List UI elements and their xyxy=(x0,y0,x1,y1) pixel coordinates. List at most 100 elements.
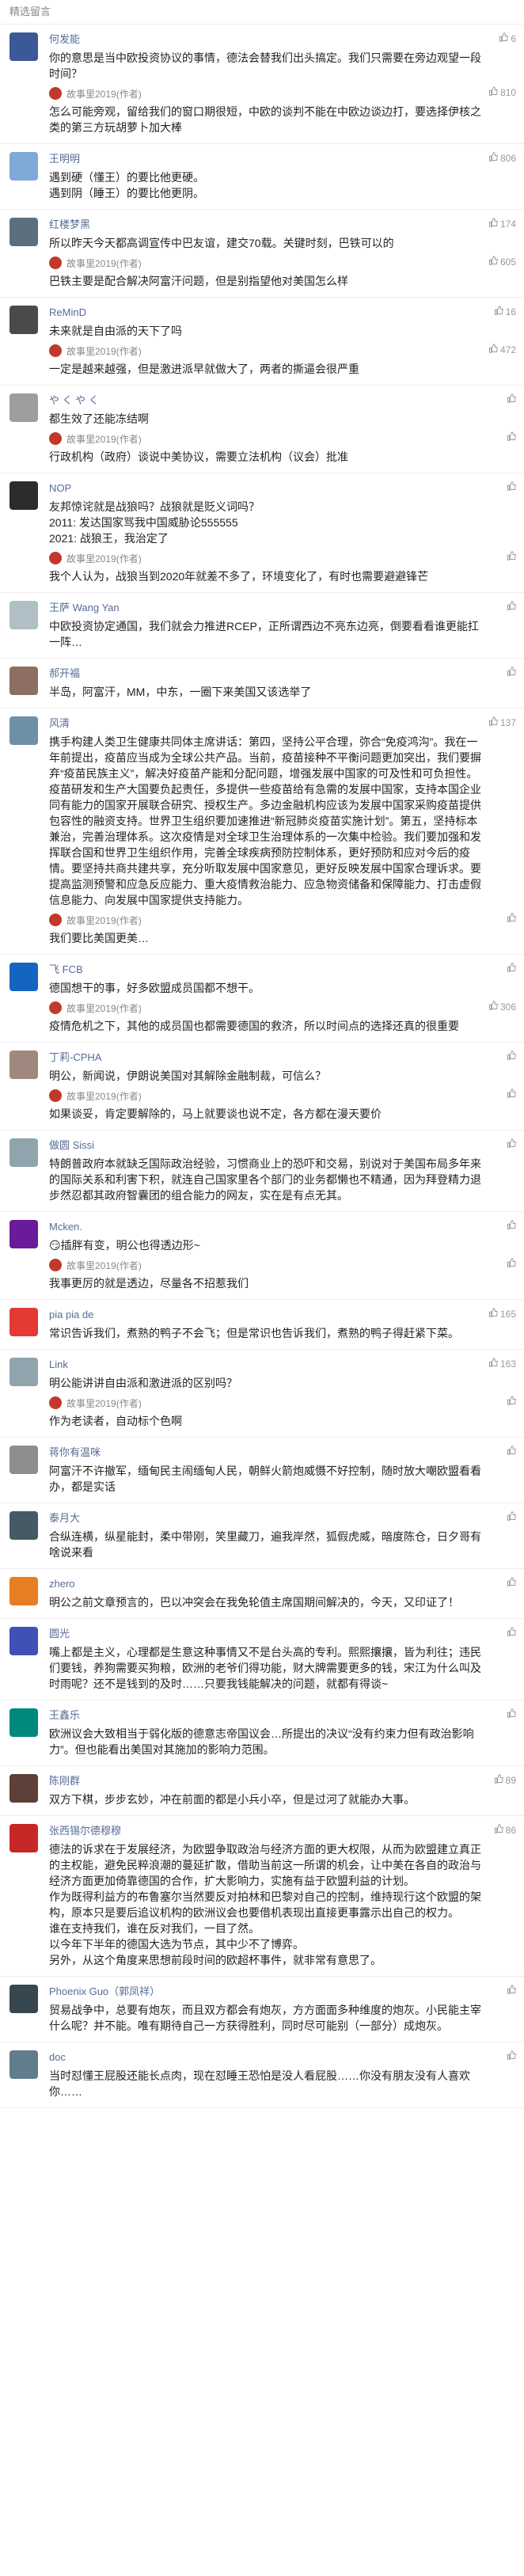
avatar[interactable] xyxy=(9,2050,38,2079)
commenter-name[interactable]: 王萨 Wang Yan xyxy=(49,601,483,615)
reply-like-button[interactable] xyxy=(507,1258,516,1270)
avatar[interactable] xyxy=(9,306,38,334)
like-button[interactable]: 806 xyxy=(488,152,516,164)
commenter-name[interactable]: doc xyxy=(49,2050,483,2065)
avatar[interactable] xyxy=(9,1220,38,1248)
like-button[interactable]: 174 xyxy=(488,218,516,230)
reply-like-button[interactable]: 605 xyxy=(488,256,516,268)
author-name: 故事里2019(作者) xyxy=(66,1260,142,1271)
like-button[interactable] xyxy=(507,601,516,613)
reply-like-button[interactable] xyxy=(507,1089,516,1100)
avatar[interactable] xyxy=(9,481,38,510)
author-avatar xyxy=(49,344,62,357)
reply-like-button[interactable]: 472 xyxy=(488,344,516,355)
avatar[interactable] xyxy=(9,32,38,61)
comment-item: 蒋你有温咪阿富汗不许撤军，缅甸民主闹缅甸人民，朝鲜火箭炮威慑不好控制，随时放大嘲… xyxy=(0,1438,524,1503)
like-button[interactable] xyxy=(507,1138,516,1150)
reply-header: 故事里2019(作者) xyxy=(49,344,483,358)
avatar[interactable] xyxy=(9,1051,38,1079)
like-button[interactable] xyxy=(507,667,516,678)
author-reply: 故事里2019(作者) 我们要比美国更美… xyxy=(49,913,516,946)
commenter-name[interactable]: 王鑫乐 xyxy=(49,1708,483,1723)
avatar[interactable] xyxy=(9,601,38,629)
thumb-up-icon xyxy=(488,344,498,355)
avatar[interactable] xyxy=(9,1627,38,1655)
like-button[interactable]: 16 xyxy=(494,306,516,317)
commenter-name[interactable]: 何发能 xyxy=(49,32,483,47)
avatar[interactable] xyxy=(9,393,38,422)
like-button[interactable] xyxy=(507,481,516,493)
like-button[interactable]: 86 xyxy=(494,1824,516,1836)
like-button[interactable] xyxy=(507,1051,516,1062)
avatar[interactable] xyxy=(9,1708,38,1737)
avatar[interactable] xyxy=(9,963,38,991)
like-count: 6 xyxy=(511,32,516,44)
commenter-name[interactable]: NOP xyxy=(49,481,483,496)
comment-item: 做圆 Sissi 特朗普政府本就缺乏国际政治经验，习惯商业上的恐吓和交易，别说对于… xyxy=(0,1130,524,1212)
thumb-up-icon xyxy=(507,601,516,613)
thumb-up-icon xyxy=(488,716,498,728)
avatar[interactable] xyxy=(9,1774,38,1803)
commenter-name[interactable]: 风清 xyxy=(49,716,483,731)
commenter-name[interactable]: Phoenix Guo（郭凤祥） xyxy=(49,1985,483,1999)
avatar[interactable] xyxy=(9,218,38,246)
comment-item: zhero 明公之前文章预言的，巴以冲突会在我免轮值主席国期间解决的，今天，又印证… xyxy=(0,1569,524,1619)
thumb-up-icon xyxy=(507,2050,516,2062)
commenter-name[interactable]: pia pia de xyxy=(49,1308,483,1322)
commenter-name[interactable]: zhero xyxy=(49,1577,483,1591)
like-button[interactable] xyxy=(507,2050,516,2062)
avatar[interactable] xyxy=(9,1308,38,1336)
commenter-name[interactable]: Link xyxy=(49,1358,483,1372)
reply-like-button[interactable] xyxy=(507,551,516,563)
commenter-name[interactable]: Mcken. xyxy=(49,1220,483,1234)
like-button[interactable]: 163 xyxy=(488,1358,516,1370)
reply-like-button[interactable] xyxy=(507,913,516,925)
like-button[interactable] xyxy=(507,1985,516,1997)
avatar[interactable] xyxy=(9,1511,38,1540)
comment-text: 阿富汗不许撤军，缅甸民主闹缅甸人民，朝鲜火箭炮威慑不好控制，随时放大嘲欧盟看看办… xyxy=(49,1465,481,1493)
commenter-name[interactable]: や く や く xyxy=(49,393,483,408)
author-reply: 故事里2019(作者) 810 怎么可能旁观，留给我们的窗口期很短，中欧的谈判不能在… xyxy=(49,86,516,135)
commenter-name[interactable]: 王明明 xyxy=(49,152,483,166)
avatar[interactable] xyxy=(9,1446,38,1474)
reply-like-button[interactable]: 306 xyxy=(488,1001,516,1013)
avatar[interactable] xyxy=(9,1824,38,1852)
commenter-name[interactable]: 红楼梦黑 xyxy=(49,218,483,232)
like-button[interactable] xyxy=(507,1446,516,1457)
commenter-name[interactable]: 做圆 Sissi xyxy=(49,1138,483,1153)
commenter-name[interactable]: 飞 FCB xyxy=(49,963,483,977)
avatar[interactable] xyxy=(9,1985,38,2013)
like-button[interactable] xyxy=(507,963,516,975)
avatar[interactable] xyxy=(9,1358,38,1386)
commenter-name[interactable]: 张西锡尔德穆穆 xyxy=(49,1824,483,1838)
commenter-name[interactable]: 陈刚群 xyxy=(49,1774,483,1788)
reply-text: 行政机构（政府）谈说中美协议，需要立法机构（议会）批准 xyxy=(49,450,348,463)
avatar[interactable] xyxy=(9,1577,38,1605)
commenter-name[interactable]: 郝开福 xyxy=(49,667,483,681)
like-button[interactable] xyxy=(507,1708,516,1720)
like-button[interactable]: 6 xyxy=(499,32,516,44)
like-button[interactable] xyxy=(507,1511,516,1523)
commenter-name[interactable]: 圆光 xyxy=(49,1627,483,1641)
reply-like-button[interactable] xyxy=(507,431,516,443)
like-button[interactable]: 165 xyxy=(488,1308,516,1320)
commenter-name[interactable]: 丁莉-CPHA xyxy=(49,1051,483,1065)
avatar[interactable] xyxy=(9,1138,38,1167)
reply-header: 故事里2019(作者) xyxy=(49,551,483,565)
commenter-name[interactable]: 泰月大 xyxy=(49,1511,483,1525)
avatar[interactable] xyxy=(9,716,38,745)
like-button[interactable] xyxy=(507,1577,516,1589)
like-button[interactable] xyxy=(507,1220,516,1232)
commenter-name[interactable]: ReMinD xyxy=(49,306,483,320)
avatar[interactable] xyxy=(9,667,38,695)
comment-text: 未来就是自由派的天下了吗 xyxy=(49,325,182,337)
like-button[interactable]: 89 xyxy=(494,1774,516,1786)
avatar[interactable] xyxy=(9,152,38,180)
reply-like-button[interactable] xyxy=(507,1396,516,1408)
like-button[interactable] xyxy=(507,1627,516,1639)
reply-like-button[interactable]: 810 xyxy=(488,86,516,98)
like-button[interactable] xyxy=(507,393,516,405)
author-name: 故事里2019(作者) xyxy=(66,345,142,357)
commenter-name[interactable]: 蒋你有温咪 xyxy=(49,1446,483,1460)
like-button[interactable]: 137 xyxy=(488,716,516,728)
